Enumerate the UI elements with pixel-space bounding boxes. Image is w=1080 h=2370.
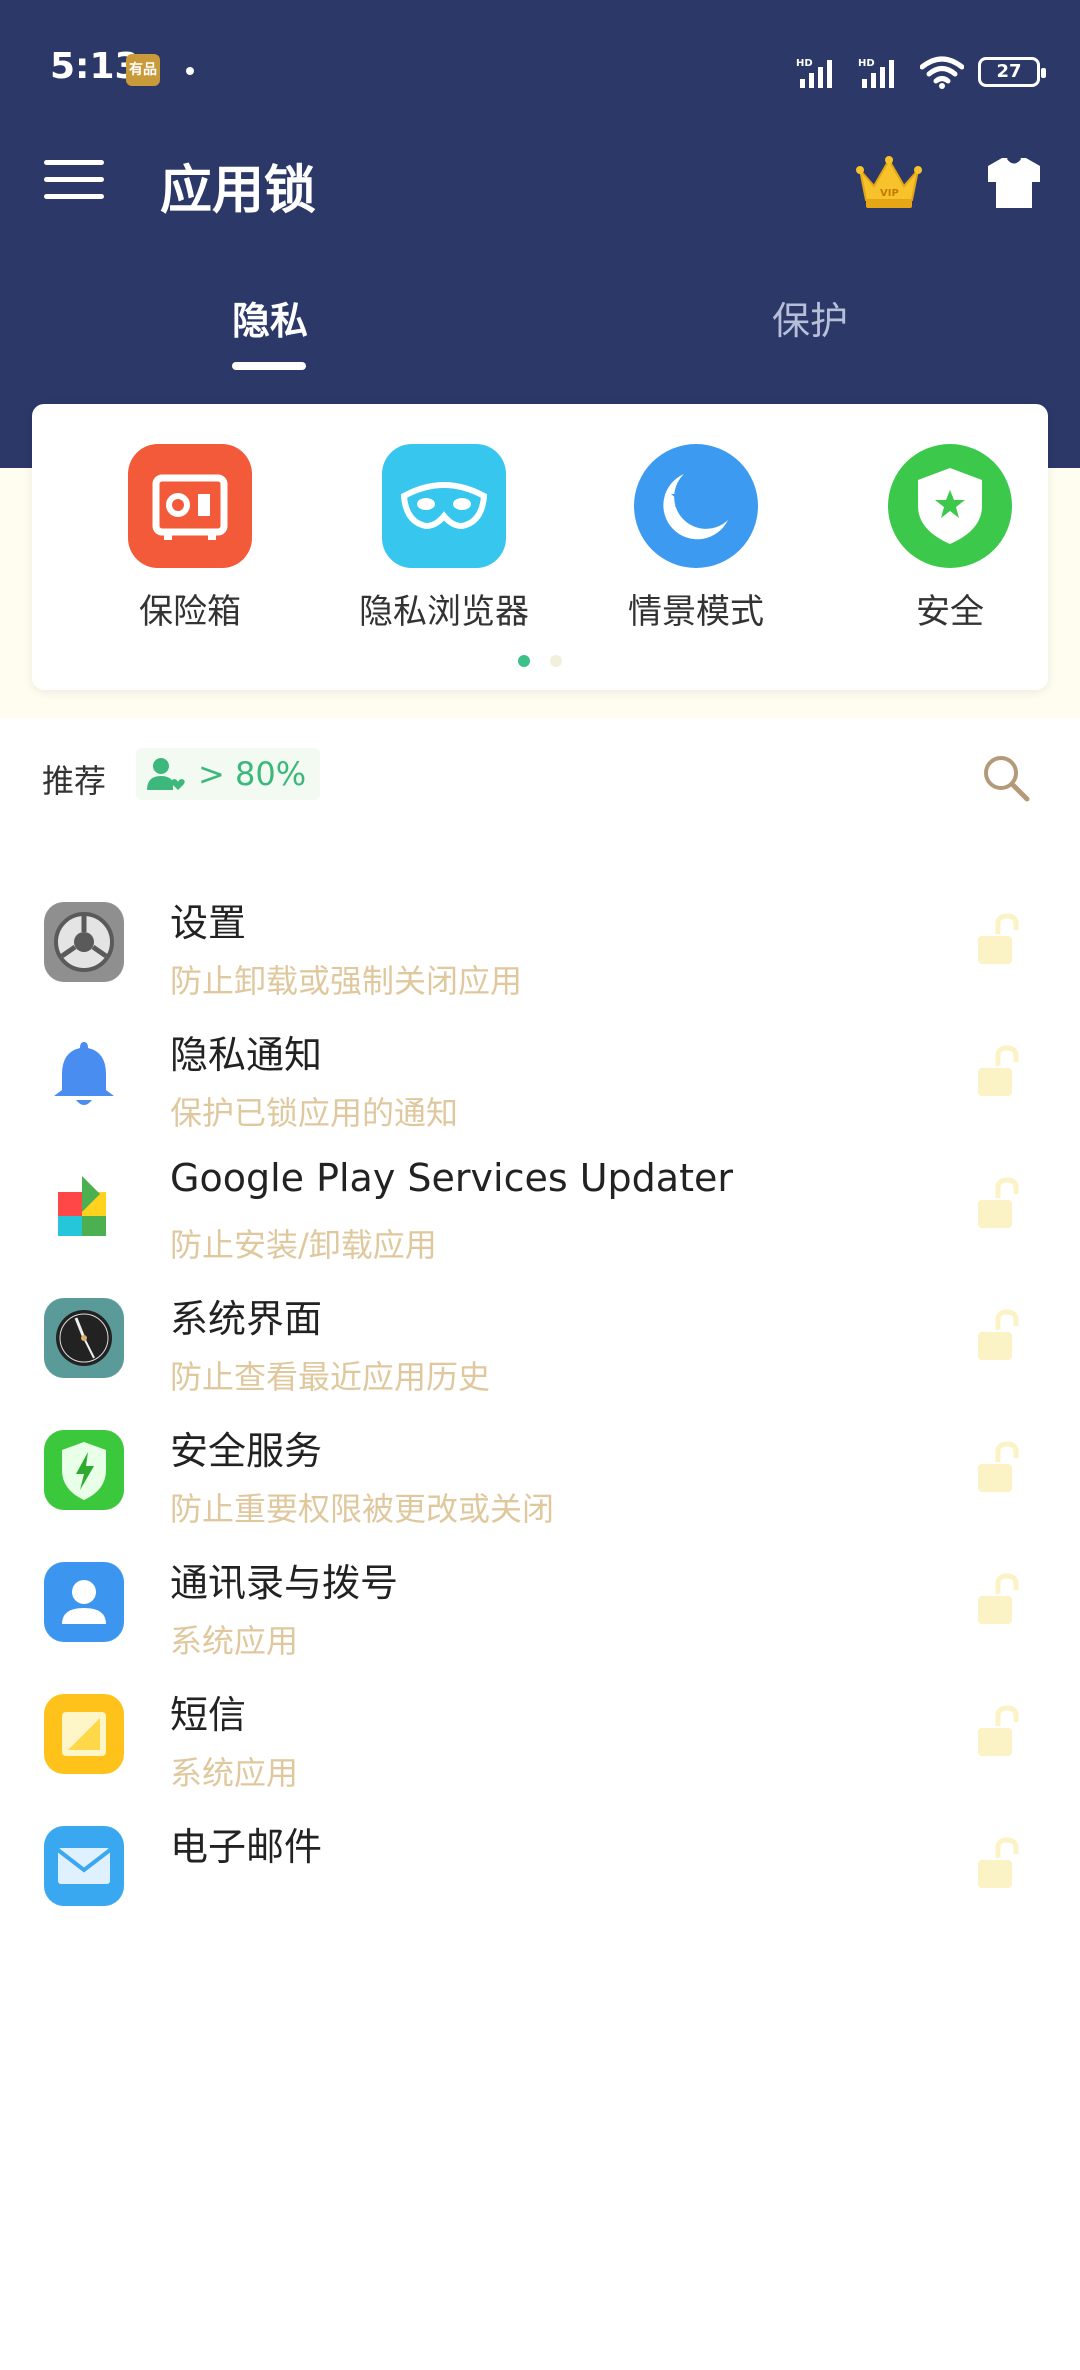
app-desc: 防止查看最近应用历史: [170, 1358, 491, 1396]
security-service-icon: [44, 1430, 124, 1510]
app-row[interactable]: 电子邮件: [0, 1792, 1080, 1992]
unlock-icon[interactable]: [974, 1704, 1022, 1760]
app-desc: 系统应用: [170, 1622, 299, 1660]
notification-dot: [186, 67, 194, 75]
search-icon[interactable]: [980, 752, 1032, 804]
bell-icon: [44, 1034, 124, 1114]
user-heart-icon: [147, 758, 185, 790]
app-desc: 系统应用: [170, 1754, 299, 1792]
shield-icon: [888, 444, 1012, 568]
system-ui-icon: [44, 1298, 124, 1378]
crown-icon[interactable]: VIP: [856, 156, 922, 210]
status-bar: 5:13 有品 HD HD 27: [0, 0, 1080, 140]
status-indicators: HD HD 27: [796, 52, 1046, 92]
recommend-badge: > 80%: [136, 748, 321, 800]
email-icon: [44, 1826, 124, 1906]
unlock-icon[interactable]: [974, 1044, 1022, 1100]
app-name: 隐私通知: [170, 1033, 323, 1077]
wifi-icon: [920, 56, 964, 89]
signal-icon: HD: [796, 58, 832, 88]
signal-icon: HD: [858, 58, 894, 88]
sms-icon: [44, 1694, 124, 1774]
unlock-icon[interactable]: [974, 912, 1022, 968]
recommend-label: 推荐: [42, 762, 107, 800]
app-name: 设置: [170, 901, 247, 945]
menu-icon[interactable]: [44, 160, 104, 204]
feature-label: 安全: [916, 592, 984, 632]
feature-label: 保险箱: [139, 592, 241, 632]
unlock-icon[interactable]: [974, 1836, 1022, 1892]
page-title: 应用锁: [160, 161, 317, 221]
tab-protect[interactable]: 保护: [772, 290, 848, 345]
mask-icon: [382, 444, 506, 568]
app-name: 系统界面: [170, 1297, 323, 1341]
vault-icon: [128, 444, 252, 568]
app-desc: 防止安装/卸载应用: [170, 1226, 437, 1264]
shirt-icon[interactable]: [984, 152, 1044, 212]
app-desc: 防止重要权限被更改或关闭: [170, 1490, 555, 1528]
feature-label: 隐私浏览器: [359, 592, 529, 632]
feature-label: 情景模式: [628, 592, 764, 632]
settings-icon: [44, 902, 124, 982]
app-name: 安全服务: [170, 1429, 323, 1473]
tab-privacy[interactable]: 隐私: [232, 290, 308, 345]
feature-vault[interactable]: 保险箱: [80, 444, 300, 633]
feature-scene-mode[interactable]: 情景模式: [586, 444, 806, 633]
moon-icon: [634, 444, 758, 568]
app-desc: 保护已锁应用的通知: [170, 1094, 459, 1132]
svg-text:VIP: VIP: [880, 188, 899, 199]
svg-text:HD: HD: [858, 58, 875, 69]
feature-card: 保险箱 隐私浏览器 情景模式 安全: [32, 404, 1048, 690]
app-name: 通讯录与拨号: [170, 1561, 399, 1605]
play-services-icon: [44, 1166, 124, 1246]
page-indicator: [32, 652, 1048, 671]
contacts-icon: [44, 1562, 124, 1642]
svg-text:HD: HD: [796, 58, 813, 69]
feature-private-browser[interactable]: 隐私浏览器: [334, 444, 554, 633]
battery-indicator: 27: [978, 57, 1046, 87]
status-badge: 有品: [126, 54, 160, 86]
unlock-icon[interactable]: [974, 1176, 1022, 1232]
tab-indicator: [232, 362, 306, 370]
unlock-icon[interactable]: [974, 1308, 1022, 1364]
app-name: Google Play Services Updater: [170, 1156, 733, 1200]
feature-security[interactable]: 安全: [840, 444, 1060, 633]
unlock-icon[interactable]: [974, 1440, 1022, 1496]
app-name: 短信: [170, 1693, 247, 1737]
unlock-icon[interactable]: [974, 1572, 1022, 1628]
app-name: 电子邮件: [170, 1825, 323, 1869]
recommend-percent: > 80%: [198, 755, 307, 793]
app-desc: 防止卸载或强制关闭应用: [170, 962, 523, 1000]
